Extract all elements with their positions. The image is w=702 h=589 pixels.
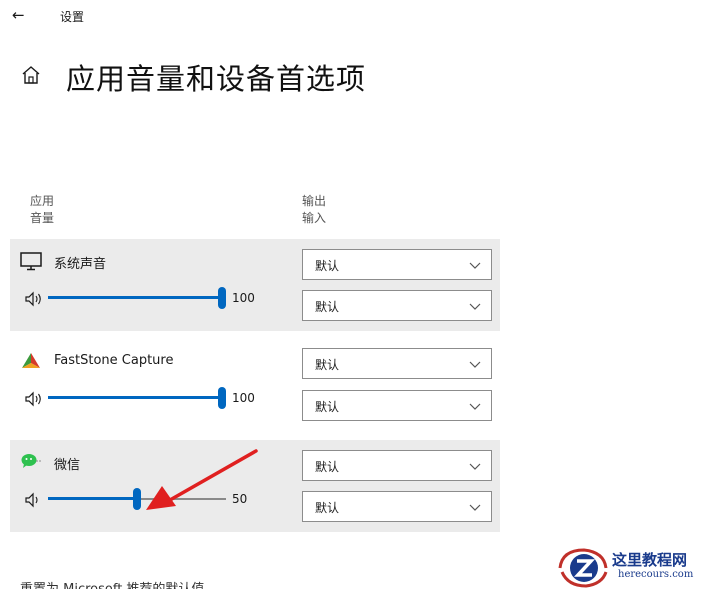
slider-thumb[interactable] — [218, 387, 226, 409]
dropdown-value: 默认 — [315, 460, 340, 474]
dropdown-value: 默认 — [315, 400, 340, 414]
column-header-output: 输出 — [302, 194, 327, 208]
watermark-logo-icon — [558, 548, 608, 588]
column-header-input: 输入 — [302, 211, 327, 225]
volume-value: 100 — [232, 291, 255, 305]
column-header-app-volume: 应用 音量 — [30, 193, 54, 227]
app-row-wechat: 微信 50 默认 默认 — [10, 440, 500, 532]
app-name: 系统声音 — [54, 257, 107, 272]
page-title: 应用音量和设备首选项 — [66, 62, 367, 96]
window-title: 设置 — [60, 10, 85, 24]
watermark: 这里教程网 herecours.com — [554, 546, 702, 589]
column-header-app: 应用 — [30, 194, 55, 208]
slider-fill — [48, 497, 137, 500]
volume-slider[interactable] — [48, 387, 226, 409]
output-device-dropdown[interactable]: 默认 — [302, 450, 492, 481]
speaker-icon[interactable] — [24, 391, 44, 407]
volume-slider[interactable] — [48, 488, 226, 510]
column-header-output-input: 输出 输入 — [302, 193, 326, 227]
output-device-dropdown[interactable]: 默认 — [302, 249, 492, 280]
output-device-dropdown[interactable]: 默认 — [302, 348, 492, 379]
volume-value: 50 — [232, 492, 248, 506]
dropdown-value: 默认 — [315, 259, 340, 273]
app-name: FastStone Capture — [54, 353, 174, 368]
dropdown-value: 默认 — [315, 358, 340, 372]
chevron-down-icon — [469, 262, 481, 269]
home-icon — [22, 66, 40, 84]
speaker-icon[interactable] — [24, 291, 44, 307]
app-row-system-sounds: 系统声音 100 默认 默认 — [10, 239, 500, 331]
app-name: 微信 — [54, 458, 81, 473]
watermark-title: 这里教程网 — [612, 551, 688, 569]
volume-slider[interactable] — [48, 287, 226, 309]
input-device-dropdown[interactable]: 默认 — [302, 290, 492, 321]
volume-value: 100 — [232, 391, 255, 405]
dropdown-value: 默认 — [315, 300, 340, 314]
column-header-volume: 音量 — [30, 211, 55, 225]
slider-thumb[interactable] — [218, 287, 226, 309]
slider-fill — [48, 396, 226, 399]
chevron-down-icon — [469, 303, 481, 310]
chevron-down-icon — [469, 463, 481, 470]
dropdown-value: 默认 — [315, 501, 340, 515]
input-device-dropdown[interactable]: 默认 — [302, 390, 492, 421]
slider-fill — [48, 296, 226, 299]
monitor-icon — [20, 252, 42, 271]
app-row-faststone-capture: FastStone Capture 100 默认 默认 — [10, 339, 500, 425]
faststone-icon — [22, 353, 40, 368]
watermark-url: herecours.com — [618, 569, 694, 580]
wechat-icon — [21, 454, 41, 468]
chevron-down-icon — [469, 504, 481, 511]
speaker-icon[interactable] — [24, 492, 44, 508]
slider-thumb[interactable] — [133, 488, 141, 510]
chevron-down-icon — [469, 361, 481, 368]
reset-defaults-link[interactable]: 重置为 Microsoft 推荐的默认值 — [20, 578, 204, 589]
back-arrow-icon[interactable]: ← — [12, 6, 30, 24]
input-device-dropdown[interactable]: 默认 — [302, 491, 492, 522]
chevron-down-icon — [469, 403, 481, 410]
